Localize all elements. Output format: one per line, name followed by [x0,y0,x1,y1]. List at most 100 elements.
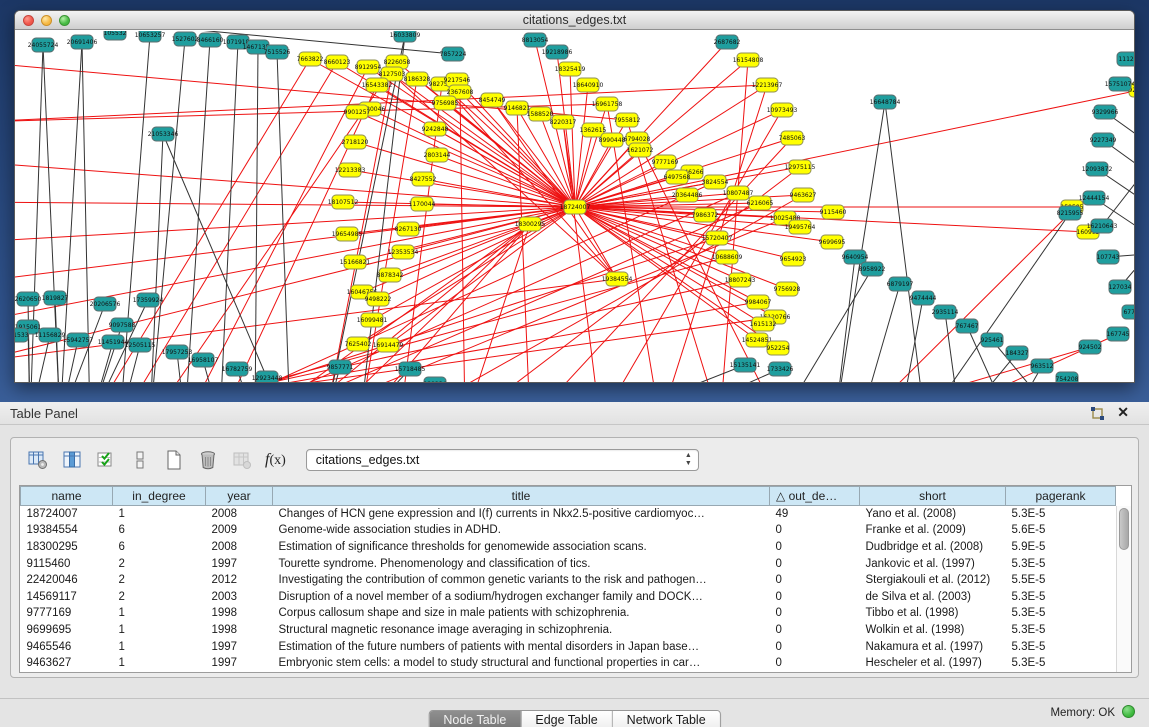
graph-node[interactable]: 11156829 [35,328,66,342]
graph-node[interactable]: 925461 [981,333,1004,347]
graph-node[interactable]: 8958922 [859,262,886,276]
graph-node[interactable]: 15135141 [730,358,761,372]
import-table-icon-disabled[interactable] [231,449,253,471]
graph-node[interactable]: 9242848 [422,122,449,136]
graph-node[interactable]: 963512 [1031,359,1054,373]
column-header-title[interactable]: title [273,487,770,506]
tab-node-table[interactable]: Node Table [429,711,520,727]
graph-node[interactable]: 9463627 [790,188,817,202]
graph-node[interactable]: 9654923 [780,252,807,266]
graph-node[interactable]: 8990448 [599,133,626,147]
graph-node[interactable]: 16033809 [390,31,421,42]
graph-node[interactable]: 67724 [1122,305,1134,319]
graph-node[interactable]: 754208 [1056,372,1079,383]
table-row[interactable]: 911546021997Tourette syndrome. Phenomeno… [21,555,1116,572]
graph-node[interactable]: 1621072 [627,143,654,157]
graph-node[interactable]: 19495764 [785,220,816,234]
graph-node[interactable]: 16914479 [373,338,404,352]
graph-edge[interactable] [835,257,855,383]
graph-node[interactable]: 12213967 [752,78,783,92]
graph-edge[interactable] [575,130,593,207]
graph-node[interactable]: 12975115 [785,160,816,174]
column-header-year[interactable]: year [206,487,273,506]
graph-node[interactable]: 8427552 [410,172,437,186]
graph-node[interactable]: 8220317 [550,115,577,129]
graph-edge[interactable] [860,213,1070,383]
new-table-icon[interactable] [163,449,185,471]
column-header-in_degree[interactable]: in_degree [113,487,206,506]
graph-node[interactable]: 8660123 [324,55,351,69]
graph-node[interactable]: 9777169 [652,155,679,169]
graph-node[interactable]: 15751074 [1105,77,1134,91]
graph-node[interactable]: 8813054 [522,33,549,47]
graph-edge[interactable] [255,47,258,383]
graph-node[interactable]: 12213383 [335,163,366,177]
graph-node[interactable]: 19384554 [602,272,633,286]
graph-node[interactable]: 8912954 [355,60,382,74]
graph-node[interactable]: 107743 [1097,250,1120,264]
graph-node[interactable]: 127034 [1109,280,1132,294]
graph-edge[interactable] [90,325,122,383]
graph-node[interactable]: 9329966 [1092,105,1119,119]
graph-edge[interactable] [15,207,575,242]
graph-node[interactable]: 167745 [1107,327,1130,341]
graph-edge[interactable] [15,202,575,207]
column-header-out_de[interactable]: △ out_de… [770,487,860,506]
graph-node[interactable]: 7857224 [440,47,467,61]
table-vertical-scrollbar[interactable] [1116,506,1131,672]
clear-selection-icon[interactable] [129,449,151,471]
graph-node[interactable]: 7485063 [779,131,806,145]
graph-node[interactable]: 105532 [104,31,127,40]
graph-node[interactable]: 1527602 [172,32,199,46]
window-titlebar[interactable]: citations_edges.txt [15,11,1134,30]
graph-node[interactable]: 9984067 [745,295,772,309]
graph-node[interactable]: 10653257 [135,31,166,42]
graph-node[interactable]: 7625402 [345,337,372,351]
graph-node[interactable]: 15942757 [63,333,94,347]
graph-edge[interactable] [575,104,607,207]
graph-node[interactable]: 18107512 [328,195,359,209]
graph-node[interactable]: 9115460 [820,205,847,219]
graph-node[interactable]: 1819827 [42,291,69,305]
graph-edge[interactable] [150,238,717,383]
graph-node[interactable]: 8267130 [395,222,422,236]
graph-node[interactable]: 12444154 [1079,191,1110,205]
graph-node[interactable]: 2803144 [424,148,451,162]
graph-node[interactable]: 9227349 [1090,133,1117,147]
graph-node[interactable]: 12505115 [125,338,156,352]
graph-node[interactable]: 8454749 [479,93,506,107]
graph-node[interactable]: 924502 [1079,340,1102,354]
graph-edge[interactable] [185,40,210,383]
graph-edge[interactable] [885,102,925,383]
graph-node[interactable]: 9857771 [327,360,354,374]
graph-edge[interactable] [660,369,780,383]
table-row[interactable]: 2242004622012Investigating the contribut… [21,572,1116,589]
graph-edge[interactable] [390,207,575,275]
select-all-icon[interactable] [95,449,117,471]
graph-node[interactable]: 8466160 [197,33,224,47]
graph-edge[interactable] [82,42,90,383]
table-row[interactable]: 946554611997Estimation of the future num… [21,638,1116,655]
table-row[interactable]: 977716911998Corpus callosum shape and si… [21,605,1116,622]
table-row[interactable]: 1830029562008Estimation of significance … [21,539,1116,556]
graph-node[interactable]: 10688609 [712,250,743,264]
table-row[interactable]: 1938455462009Genome-wide association stu… [21,522,1116,539]
graph-edge[interactable] [460,92,465,383]
function-builder-icon[interactable]: f(x) [265,451,286,469]
graph-node[interactable]: 16782759 [222,362,253,376]
graph-edge[interactable] [575,90,1134,207]
graph-node[interactable]: 2935114 [932,305,959,319]
graph-node[interactable]: 10807487 [723,186,754,200]
graph-node[interactable]: 20691406 [67,35,98,49]
graph-node[interactable]: 8186328 [404,72,431,86]
graph-node[interactable]: 18807243 [725,273,756,287]
table-row[interactable]: 1872400712008Changes of HCN gene express… [21,506,1116,523]
graph-node[interactable]: 9474444 [910,291,937,305]
graph-node[interactable]: 1170044 [409,197,436,211]
table-row[interactable]: 946362711997Embryonic stem cells: a mode… [21,655,1116,672]
column-header-short[interactable]: short [860,487,1006,506]
graph-node[interactable]: 9756985 [432,96,459,110]
graph-edge[interactable] [860,284,900,383]
column-header-pagerank[interactable]: pagerank [1006,487,1116,506]
graph-node[interactable]: 19654985 [332,227,363,241]
